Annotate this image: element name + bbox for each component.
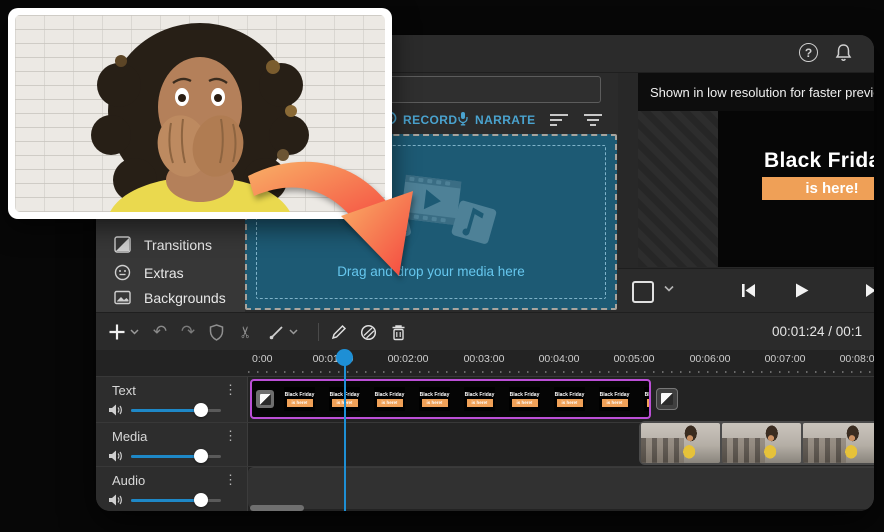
sidebar-item-backgrounds[interactable]: Backgrounds bbox=[114, 289, 226, 306]
track-menu-icon[interactable]: ⋮ bbox=[224, 472, 237, 488]
skip-to-start-button[interactable] bbox=[740, 282, 758, 300]
line-tool-icon[interactable] bbox=[267, 323, 285, 341]
clip-thumbnail-icon bbox=[256, 390, 274, 408]
preview-canvas[interactable]: Black Friday is here! bbox=[718, 111, 874, 267]
text-frame: Black Fridayis here! bbox=[464, 387, 495, 411]
ruler-tick-label: 0:00 bbox=[252, 353, 273, 365]
track-name: Audio bbox=[112, 473, 146, 488]
text-frame: Black Fridayis here! bbox=[599, 387, 630, 411]
track-menu-icon[interactable]: ⋮ bbox=[224, 428, 237, 444]
time-display: 00:01:24 / 00:1 bbox=[772, 324, 863, 339]
skip-to-end-button[interactable] bbox=[864, 282, 874, 300]
volume-slider-knob[interactable] bbox=[194, 403, 208, 417]
undo-icon[interactable]: ↶ bbox=[151, 322, 169, 341]
play-button[interactable] bbox=[794, 282, 812, 300]
sidebar-item-extras[interactable]: Extras bbox=[114, 264, 184, 281]
video-thumbnail bbox=[641, 423, 720, 463]
pencil-edit-icon[interactable] bbox=[330, 323, 348, 341]
audio-track-clip[interactable] bbox=[248, 467, 874, 509]
text-frame: Black Fridayis here! bbox=[419, 387, 450, 411]
trash-icon[interactable] bbox=[389, 323, 407, 341]
video-thumbnail bbox=[722, 423, 801, 463]
surprised-woman-photo bbox=[8, 8, 392, 219]
dropzone-label: Drag and drop your media here bbox=[337, 264, 525, 279]
slide-title: Black Friday bbox=[764, 149, 874, 172]
ruler-tick-label: 00:02:00 bbox=[387, 353, 429, 365]
preview-stage: Black Friday is here! bbox=[638, 111, 874, 267]
text-frame: Black Fridayis here! bbox=[554, 387, 585, 411]
shield-icon[interactable] bbox=[207, 323, 225, 341]
chevron-down-icon[interactable] bbox=[288, 323, 298, 341]
track-name: Media bbox=[112, 429, 148, 444]
chevron-down-icon[interactable] bbox=[129, 323, 139, 341]
help-icon[interactable]: ? bbox=[799, 43, 818, 62]
playback-bar bbox=[618, 268, 874, 313]
playhead-handle[interactable] bbox=[336, 349, 353, 366]
ruler-tick-label: 00:07:00 bbox=[764, 353, 806, 365]
track-name: Text bbox=[112, 383, 136, 398]
volume-slider-knob[interactable] bbox=[194, 449, 208, 463]
ruler-ticks[interactable] bbox=[248, 371, 874, 373]
media-track-clip[interactable] bbox=[639, 421, 874, 465]
page-background: ? Transitions Extras Backgrounds Search … bbox=[0, 0, 884, 532]
volume-slider[interactable] bbox=[131, 449, 221, 463]
edit-toolbar: ↶ ↷ ✂ 00:01:24 / 00:1 bbox=[96, 312, 874, 351]
scissors-icon[interactable]: ✂ bbox=[237, 323, 255, 341]
video-thumbnail bbox=[803, 423, 874, 463]
eraser-ball-icon[interactable] bbox=[359, 323, 377, 341]
track-header-audio: Audio ⋮ bbox=[96, 466, 248, 511]
ruler-tick-label: 00:04:00 bbox=[538, 353, 580, 365]
ruler-tick-label: 00:06:00 bbox=[689, 353, 731, 365]
track-header-text: Text ⋮ bbox=[96, 376, 248, 422]
text-track-clip[interactable]: Black Friday is here! Black Friday is here… bbox=[250, 379, 651, 419]
text-clip-frames: Black Friday is here! Black Friday is here… bbox=[284, 387, 649, 411]
microphone-icon bbox=[457, 111, 469, 129]
ruler-tick-label: 00:05:00 bbox=[613, 353, 655, 365]
transition-badge-icon[interactable] bbox=[656, 388, 678, 410]
narrate-button[interactable]: NARRATE bbox=[457, 111, 536, 129]
text-frame: Black Fridayis here! bbox=[284, 387, 315, 411]
volume-slider[interactable] bbox=[131, 403, 221, 417]
woman-figure bbox=[91, 23, 309, 212]
canvas-size-icon[interactable] bbox=[632, 281, 654, 303]
sidebar-item-label: Backgrounds bbox=[144, 289, 226, 306]
toolbar-divider bbox=[318, 323, 319, 341]
sidebar-item-label: Extras bbox=[144, 264, 184, 281]
volume-icon[interactable] bbox=[108, 403, 123, 417]
chevron-down-icon[interactable] bbox=[664, 284, 674, 294]
sidebar-item-label: Transitions bbox=[144, 236, 212, 253]
playhead-line bbox=[344, 352, 346, 511]
text-frame: Black Fridayis here! bbox=[644, 387, 649, 411]
preview-viewport: Shown in low resolution for faster previ… bbox=[638, 73, 874, 267]
text-frame: Black Fridayis here! bbox=[509, 387, 540, 411]
redo-icon[interactable]: ↷ bbox=[179, 322, 197, 341]
volume-icon[interactable] bbox=[108, 449, 123, 463]
notification-bell-icon[interactable] bbox=[834, 43, 854, 63]
ruler-tick-label: 00:08:00 bbox=[839, 353, 874, 365]
slide-banner: is here! bbox=[762, 177, 874, 200]
ruler-tick-label: 00:03:00 bbox=[463, 353, 505, 365]
low-resolution-notice: Shown in low resolution for faster previ… bbox=[638, 73, 874, 111]
background-image-icon bbox=[114, 289, 131, 306]
horizontal-scrollbar[interactable] bbox=[250, 505, 304, 511]
transitions-icon bbox=[114, 236, 131, 253]
track-header-media: Media ⋮ bbox=[96, 422, 248, 466]
volume-slider-knob[interactable] bbox=[194, 493, 208, 507]
record-button[interactable]: RECORD bbox=[383, 111, 457, 128]
volume-slider[interactable] bbox=[131, 493, 221, 507]
smiley-icon bbox=[114, 264, 131, 281]
track-menu-icon[interactable]: ⋮ bbox=[224, 382, 237, 398]
add-media-button[interactable] bbox=[108, 323, 126, 341]
sort-ascending-icon[interactable] bbox=[548, 112, 570, 128]
photo-brick-background bbox=[15, 15, 385, 212]
text-frame: Black Fridayis here! bbox=[374, 387, 405, 411]
volume-icon[interactable] bbox=[108, 493, 123, 507]
filter-icon[interactable] bbox=[582, 112, 604, 128]
sidebar-item-transitions[interactable]: Transitions bbox=[114, 236, 212, 253]
